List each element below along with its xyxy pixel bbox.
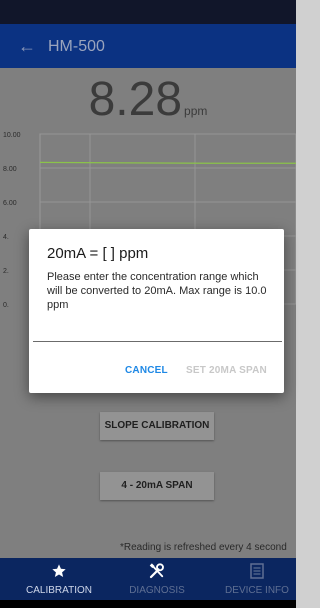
document-icon (208, 562, 306, 580)
y-tick-label: 2. (3, 268, 9, 275)
tools-icon (108, 562, 206, 580)
dialog-message: Please enter the concentration range whi… (47, 271, 267, 311)
refresh-note: *Reading is refreshed every 4 second (120, 542, 287, 553)
y-tick-label: 0. (3, 302, 9, 308)
span-4-20ma-button[interactable]: 4 - 20mA SPAN (100, 472, 214, 500)
nav-label-calibration: CALIBRATION (26, 585, 92, 596)
nav-label-diagnosis: DIAGNOSIS (129, 585, 185, 596)
nav-item-diagnosis[interactable]: DIAGNOSIS (108, 558, 206, 600)
app-bar (0, 24, 296, 68)
span-value-input[interactable] (33, 329, 282, 342)
cancel-button[interactable]: CANCEL (125, 365, 168, 376)
system-nav-bar (0, 600, 296, 608)
reading-display: 8.28 ppm (0, 70, 296, 130)
set-20ma-span-button[interactable]: SET 20MA SPAN (186, 365, 267, 376)
bottom-nav: CALIBRATION DIAGNOSIS DEVICE INFO (0, 558, 296, 600)
dialog-title: 20mA = [ ] ppm (47, 245, 149, 262)
reading-unit: ppm (184, 104, 208, 118)
nav-item-device-info[interactable]: DEVICE INFO (208, 558, 306, 600)
y-tick-label: 6.00 (3, 200, 17, 207)
back-arrow-icon[interactable]: ← (18, 34, 36, 58)
span-dialog: 20mA = [ ] ppm Please enter the concentr… (29, 229, 284, 393)
nav-item-calibration[interactable]: CALIBRATION (10, 558, 108, 600)
reading-value: 8.28 (88, 73, 183, 126)
y-tick-label: 4. (3, 234, 9, 241)
app-title: HM-500 (48, 38, 105, 55)
y-tick-label: 8.00 (3, 166, 17, 173)
nav-label-device-info: DEVICE INFO (225, 585, 289, 596)
status-bar (0, 0, 296, 24)
star-icon (10, 562, 108, 580)
y-tick-label: 10.00 (3, 132, 21, 139)
slope-calibration-button[interactable]: SLOPE CALIBRATION (100, 412, 214, 440)
